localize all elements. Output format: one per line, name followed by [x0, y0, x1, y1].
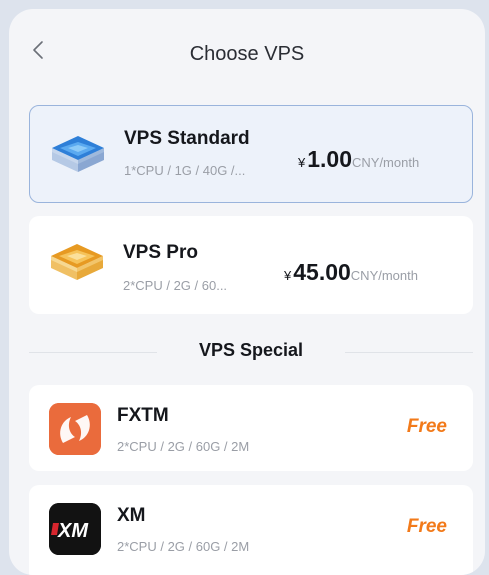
special-name: XM — [117, 505, 146, 526]
special-section-divider: VPS Special — [29, 339, 473, 365]
plan-price: ¥45.00CNY/month — [284, 259, 418, 286]
plan-card-vps-standard[interactable]: VPS Standard 1*CPU / 1G / 40G /... ¥1.00… — [29, 105, 473, 203]
special-spec: 2*CPU / 2G / 60G / 2M — [117, 539, 250, 554]
plan-spec: 1*CPU / 1G / 40G /... — [124, 163, 246, 178]
plan-name: VPS Standard — [124, 128, 250, 149]
special-card-fxtm[interactable]: FXTM 2*CPU / 2G / 60G / 2M Free — [29, 385, 473, 471]
plan-spec: 2*CPU / 2G / 60... — [123, 278, 228, 293]
section-heading: VPS Special — [198, 340, 304, 360]
server-gold-icon — [47, 238, 107, 290]
free-label: Free — [406, 516, 447, 537]
plan-name: VPS Pro — [123, 242, 198, 263]
header: Choose VPS — [9, 9, 485, 101]
special-name: FXTM — [117, 405, 169, 426]
currency-symbol: ¥ — [284, 268, 292, 283]
free-label: Free — [406, 416, 447, 437]
special-card-xm[interactable]: XM XM 2*CPU / 2G / 60G / 2M Free — [29, 485, 473, 575]
svg-text:XM: XM — [57, 520, 89, 542]
choose-vps-dialog: Choose VPS VPS Standard 1*CPU / 1G / 40G… — [9, 9, 485, 575]
plan-card-vps-pro[interactable]: VPS Pro 2*CPU / 2G / 60... ¥45.00CNY/mon… — [29, 216, 473, 314]
price-amount: 1.00 — [307, 146, 352, 172]
currency-symbol: ¥ — [298, 155, 306, 170]
price-amount: 45.00 — [293, 259, 351, 285]
page-title: Choose VPS — [189, 43, 305, 65]
special-spec: 2*CPU / 2G / 60G / 2M — [117, 439, 250, 454]
divider-line-right — [345, 352, 473, 353]
fxtm-logo — [49, 403, 101, 455]
plan-price: ¥1.00CNY/month — [298, 146, 419, 173]
xm-logo: XM — [49, 503, 101, 555]
price-unit: CNY/month — [352, 155, 420, 170]
server-blue-icon — [48, 130, 108, 182]
price-unit: CNY/month — [350, 268, 418, 283]
